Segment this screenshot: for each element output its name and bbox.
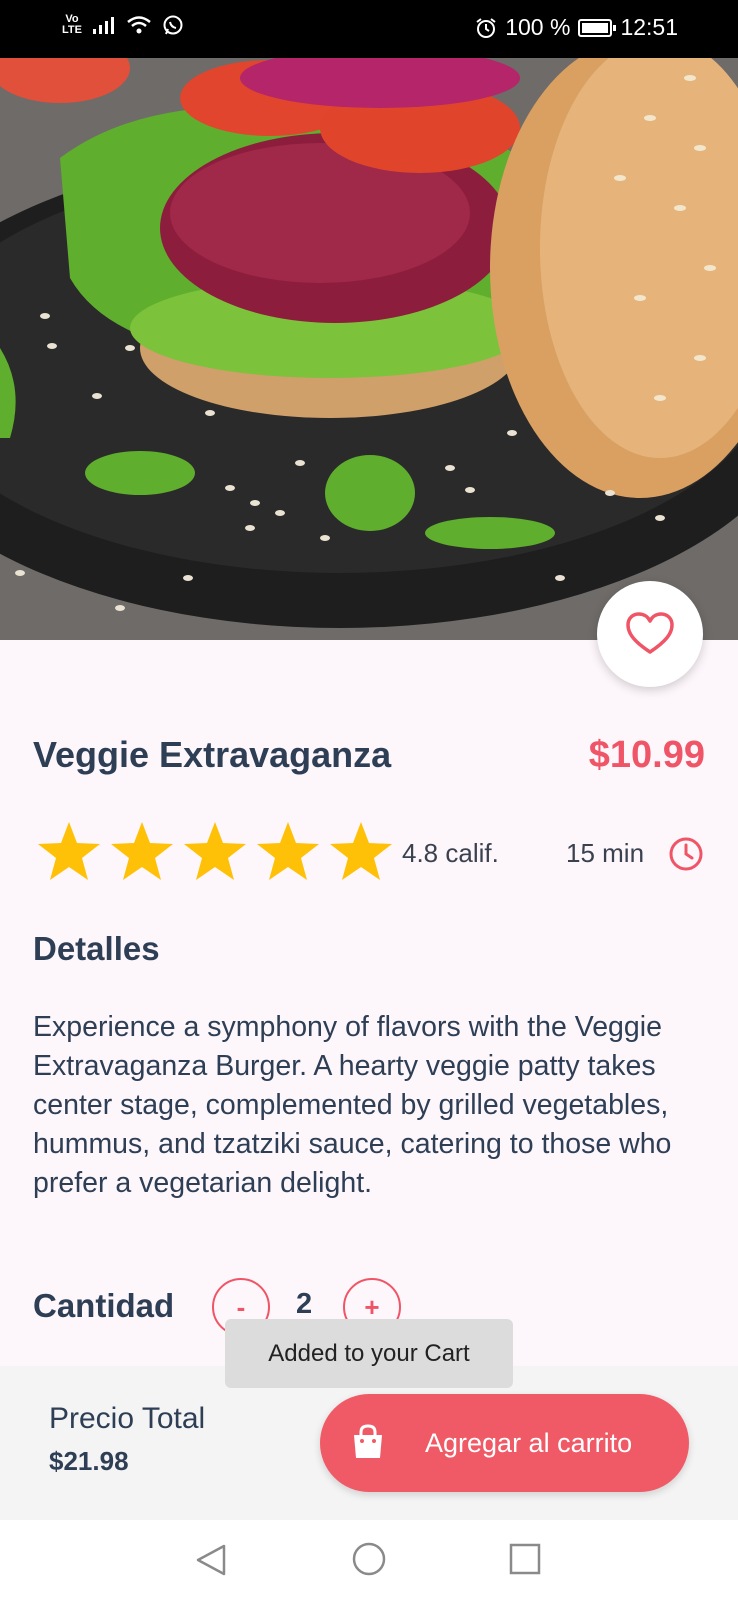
star-icon <box>328 820 394 882</box>
system-nav-bar <box>0 1520 738 1600</box>
rating-stars <box>36 820 394 882</box>
clock-time: 12:51 <box>620 14 678 40</box>
product-title: Veggie Extravaganza <box>33 734 392 775</box>
back-nav-icon[interactable] <box>194 1542 230 1578</box>
prep-time: 15 min <box>566 838 645 868</box>
total-price-value: $21.98 <box>49 1446 129 1476</box>
status-bar: Vo LTE 100 % 12:51 <box>0 0 738 58</box>
volte-indicator: Vo LTE <box>62 14 82 36</box>
product-image <box>0 58 738 640</box>
shopping-bag-icon <box>354 1424 382 1458</box>
battery-percent: 100 % <box>505 14 571 40</box>
details-heading: Detalles <box>33 930 160 967</box>
wifi-icon <box>127 16 151 34</box>
star-icon <box>109 820 175 882</box>
rating-text: 4.8 calif. <box>402 838 499 868</box>
battery-icon <box>578 18 617 37</box>
home-nav-icon[interactable] <box>351 1541 387 1577</box>
star-icon <box>255 820 321 882</box>
toast-message: Added to your Cart <box>225 1319 513 1388</box>
star-icon <box>36 820 102 882</box>
signal-icon <box>92 17 114 34</box>
quantity-label: Cantidad <box>33 1287 175 1324</box>
whatsapp-icon <box>163 15 183 35</box>
total-price-label: Precio Total <box>49 1402 206 1435</box>
add-to-cart-label: Agregar al carrito <box>425 1428 633 1458</box>
favorite-button[interactable] <box>597 581 703 687</box>
product-description: Experience a symphony of flavors with th… <box>33 1011 672 1199</box>
heart-icon <box>626 612 674 654</box>
add-to-cart-button[interactable]: Agregar al carrito <box>320 1394 689 1492</box>
clock-icon <box>669 837 703 871</box>
product-price: $10.99 <box>588 734 705 776</box>
alarm-icon <box>476 17 496 38</box>
volte-bottom: LTE <box>62 24 82 36</box>
star-icon <box>182 820 248 882</box>
recent-apps-nav-icon[interactable] <box>508 1542 542 1576</box>
quantity-value: 2 <box>296 1288 313 1320</box>
